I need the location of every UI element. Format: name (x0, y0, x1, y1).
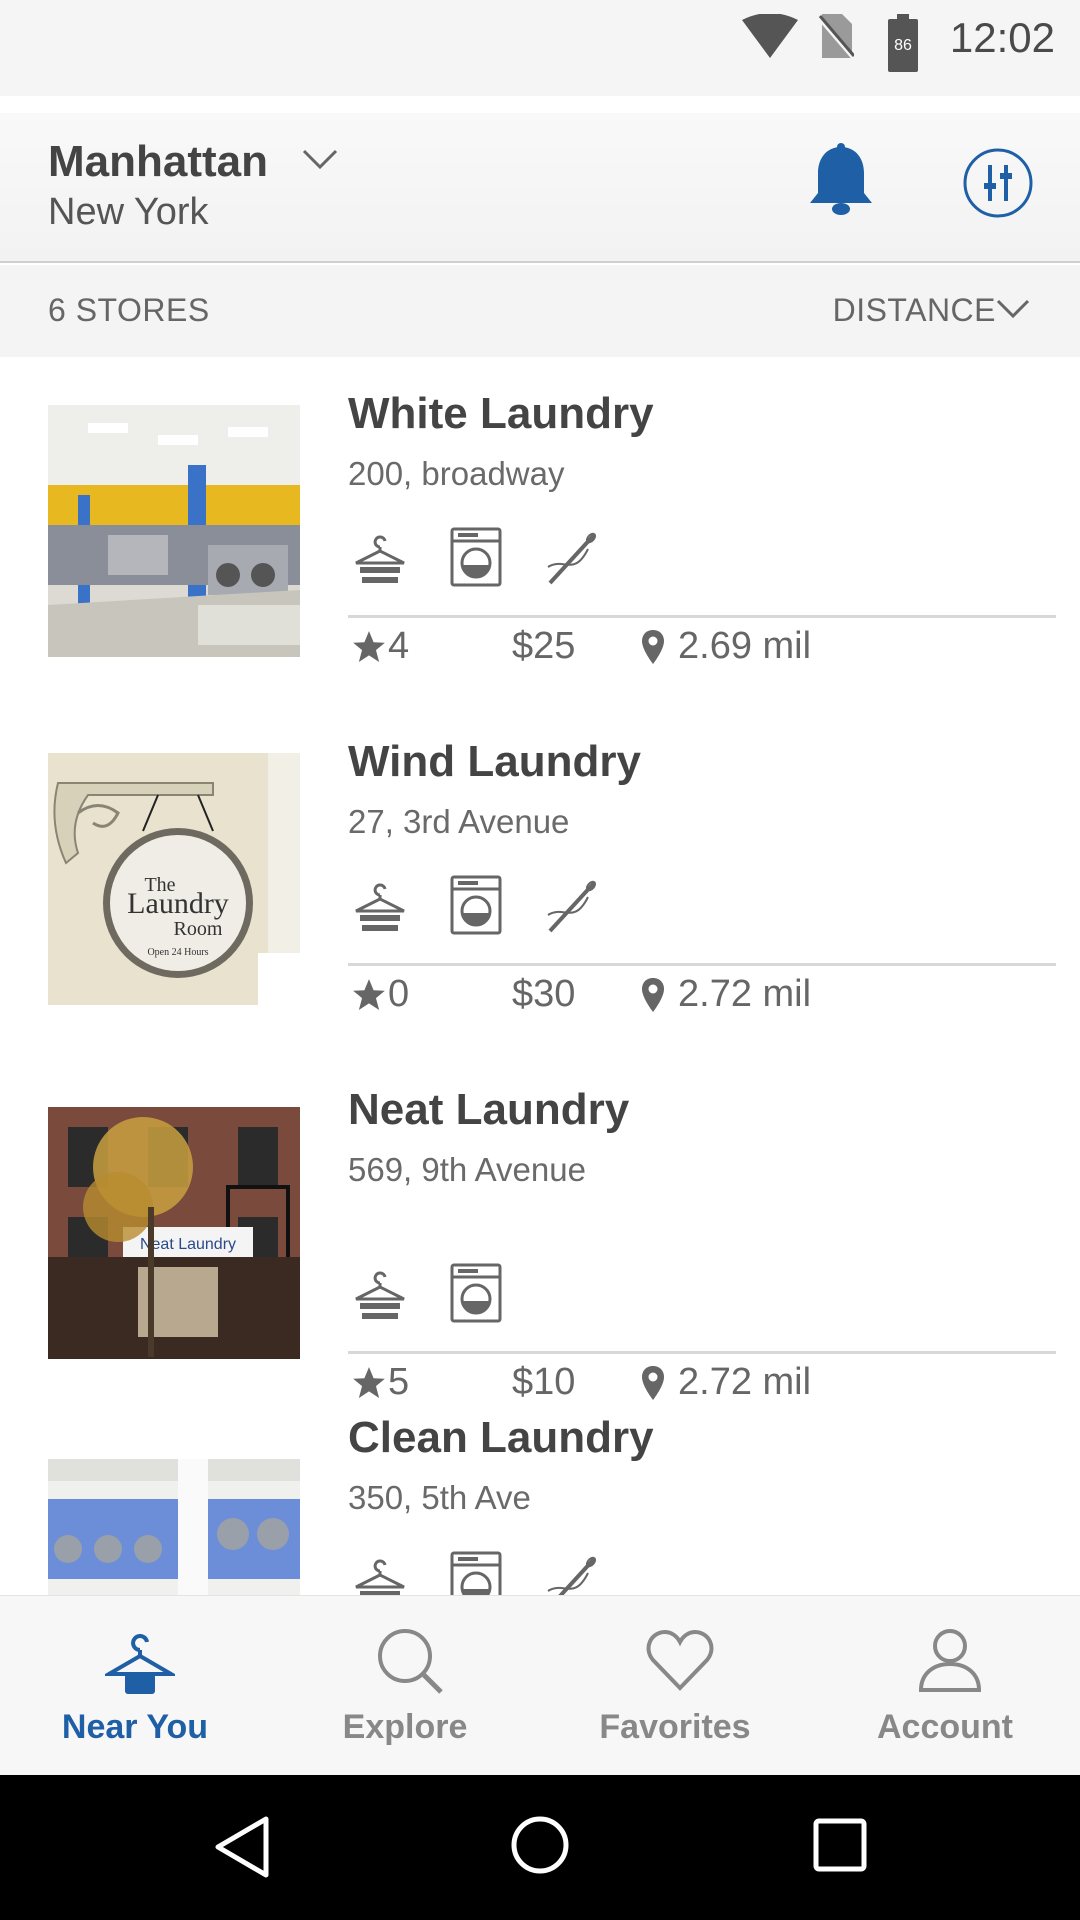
store-address: 350, 5th Ave (348, 1479, 531, 1516)
state-label: New York (48, 191, 209, 233)
sewing-needle-icon (547, 532, 597, 585)
sign-line-4: Open 24 Hours (147, 947, 208, 958)
sort-selector[interactable]: DISTANCE (833, 292, 996, 329)
location-pin-icon (642, 1365, 664, 1400)
washer-icon (450, 1263, 502, 1323)
sign-line-3: Room (174, 918, 223, 940)
nav-account[interactable]: Account (810, 1596, 1080, 1776)
nav-favorites[interactable]: Favorites (540, 1596, 810, 1776)
hanger-icon (355, 1559, 405, 1595)
sign-line-2: Laundry (127, 887, 229, 920)
store-meta: 4 $25 2.69 mil (350, 625, 1050, 675)
star-icon (353, 978, 385, 1010)
price: $30 (512, 973, 576, 1015)
amenity-icons (352, 527, 600, 587)
amenity-icons (352, 1551, 600, 1595)
chevron-down-icon[interactable] (996, 299, 1030, 319)
store-address: 200, broadway (348, 455, 565, 492)
bottom-nav: Near You Explore Favorites Account (0, 1595, 1080, 1775)
nav-label: Account (877, 1708, 1013, 1746)
hanger-icon (355, 883, 405, 931)
store-list: White Laundry 200, broadway 4 $25 2.69 m… (0, 357, 1080, 1595)
rating: 0 (350, 973, 409, 1016)
store-photo (48, 1459, 300, 1595)
store-photo: Neat Laundry (48, 1107, 300, 1359)
distance: 2.72 mil (640, 973, 811, 1016)
location-pin-icon (642, 977, 664, 1012)
user-icon (918, 1629, 982, 1692)
bell-icon[interactable] (808, 143, 874, 217)
store-meta: 5 $10 2.72 mil (350, 1361, 1050, 1411)
nav-near-you[interactable]: Near You (0, 1596, 270, 1776)
washer-icon (450, 875, 502, 935)
nav-explore[interactable]: Explore (270, 1596, 540, 1776)
city-selector[interactable]: Manhattan (48, 137, 268, 187)
filter-icon[interactable] (962, 147, 1034, 219)
distance-value: 2.72 mil (678, 1361, 812, 1403)
store-name[interactable]: Neat Laundry (348, 1085, 629, 1135)
system-nav-bar (0, 1775, 1080, 1920)
search-icon (378, 1629, 443, 1694)
store-address: 569, 9th Avenue (348, 1151, 586, 1188)
store-card[interactable]: White Laundry 200, broadway 4 $25 2.69 m… (0, 357, 1080, 697)
store-name[interactable]: Wind Laundry (348, 737, 641, 787)
status-bar: 86 12:02 (0, 0, 1080, 96)
hanger-icon (105, 1634, 175, 1694)
store-photo: The Laundry Room Open 24 Hours (48, 753, 300, 1005)
distance: 2.72 mil (640, 1361, 811, 1404)
nav-label: Near You (61, 1708, 209, 1746)
divider (348, 963, 1056, 966)
store-card[interactable]: The Laundry Room Open 24 Hours Wind Laun… (0, 705, 1080, 1045)
sewing-needle-icon (547, 1556, 597, 1595)
star-icon (353, 630, 385, 662)
rating-value: 0 (388, 973, 410, 1015)
results-bar: 6 STORES DISTANCE (0, 265, 1080, 357)
back-icon[interactable] (212, 1815, 272, 1879)
nav-label: Explore (342, 1708, 468, 1746)
hanger-icon (355, 535, 405, 583)
store-count: 6 STORES (48, 292, 210, 328)
star-icon (353, 1366, 385, 1398)
store-name[interactable]: White Laundry (348, 389, 654, 439)
store-meta: 0 $30 2.72 mil (350, 973, 1050, 1023)
rating-value: 5 (388, 1361, 410, 1403)
no-sim-icon (818, 14, 854, 58)
clock: 12:02 (949, 14, 1055, 61)
divider (348, 615, 1056, 618)
price: $25 (512, 625, 576, 667)
divider (348, 1351, 1056, 1354)
chevron-down-icon[interactable] (302, 149, 338, 171)
storefront-sign: Neat Laundry (140, 1236, 236, 1253)
store-name[interactable]: Clean Laundry (348, 1413, 654, 1463)
battery-level: 86 (894, 37, 912, 54)
distance-value: 2.69 mil (678, 625, 812, 667)
rating: 4 (350, 625, 409, 668)
distance-value: 2.72 mil (678, 973, 812, 1015)
sewing-needle-icon (547, 880, 597, 933)
amenity-icons (352, 1263, 504, 1323)
store-address: 27, 3rd Avenue (348, 803, 570, 840)
washer-icon (450, 1551, 502, 1595)
store-photo (48, 405, 300, 657)
heart-icon (646, 1629, 714, 1691)
hanger-icon (355, 1271, 405, 1319)
location-pin-icon (642, 629, 664, 664)
location-header: Manhattan New York (0, 113, 1080, 263)
washer-icon (450, 527, 502, 587)
battery-icon: 86 (888, 14, 918, 72)
store-card[interactable]: Neat Laundry Neat Laundry 569, 9th Avenu… (0, 1053, 1080, 1413)
rating-value: 4 (388, 625, 410, 667)
nav-label: Favorites (599, 1708, 751, 1746)
home-icon[interactable] (510, 1815, 570, 1875)
price: $10 (512, 1361, 576, 1403)
distance: 2.69 mil (640, 625, 811, 668)
store-card[interactable]: Clean Laundry 350, 5th Ave (0, 1413, 1080, 1595)
rating: 5 (350, 1361, 409, 1404)
wifi-icon (742, 14, 798, 58)
recents-icon[interactable] (812, 1817, 868, 1873)
amenity-icons (352, 875, 600, 935)
